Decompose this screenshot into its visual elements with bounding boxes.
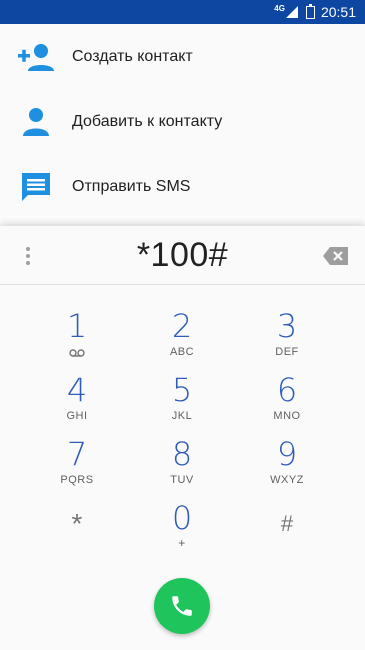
divider	[0, 284, 365, 285]
key-digit: 5	[171, 371, 193, 409]
phone-icon	[172, 596, 192, 616]
overflow-menu-icon[interactable]	[20, 246, 36, 266]
key-digit: 9	[276, 435, 298, 473]
key-digit: #	[280, 511, 294, 536]
key-digit: 1	[66, 307, 88, 345]
key-6[interactable]: 6 MNO	[237, 372, 337, 436]
voicemail-icon	[69, 349, 85, 357]
key-letters: TUV	[170, 474, 194, 486]
key-digit: 2	[171, 307, 193, 345]
contact-icon	[16, 102, 56, 142]
clock: 20:51	[320, 4, 356, 20]
send-sms-item[interactable]: Отправить SMS	[0, 154, 365, 219]
key-digit: *	[71, 508, 83, 539]
key-letters: PQRS	[60, 474, 94, 486]
key-8[interactable]: 8 TUV	[132, 436, 232, 500]
key-7[interactable]: 7 PQRS	[27, 436, 127, 500]
key-4[interactable]: 4 GHI	[27, 372, 127, 436]
key-3[interactable]: 3 DEF	[237, 308, 337, 372]
key-digit: 0	[171, 499, 193, 537]
key-letters: DEF	[275, 346, 299, 358]
key-0[interactable]: 0 +	[132, 500, 232, 564]
add-contact-icon	[16, 37, 56, 77]
key-letters: GHI	[66, 410, 88, 422]
key-digit: 7	[66, 435, 88, 473]
signal-icon	[285, 6, 298, 18]
action-list: Создать контакт Добавить к контакту Отпр…	[0, 24, 365, 219]
key-digit: 3	[276, 307, 298, 345]
add-to-contact-item[interactable]: Добавить к контакту	[0, 89, 365, 154]
battery-icon	[305, 3, 315, 19]
key-letters: WXYZ	[270, 474, 304, 486]
key-5[interactable]: 5 JKL	[132, 372, 232, 436]
digits-field[interactable]: *100#	[60, 236, 305, 275]
key-2[interactable]: 2 ABC	[132, 308, 232, 372]
key-letters: ABC	[169, 346, 195, 358]
digits-row: *100#	[0, 226, 365, 284]
create-contact-label: Создать контакт	[72, 47, 193, 65]
create-contact-item[interactable]: Создать контакт	[0, 24, 365, 89]
network-type: 4G	[274, 3, 285, 13]
dialpad: *100# 1 2 ABC 3 DEF 4 GHI 5 JKL 6 MNO 7	[0, 226, 365, 650]
backspace-icon[interactable]	[323, 246, 349, 266]
call-button[interactable]	[154, 578, 210, 634]
key-letters: JKL	[171, 410, 193, 422]
key-star[interactable]: *	[27, 506, 127, 570]
key-1[interactable]: 1	[27, 308, 127, 372]
key-digit: 4	[66, 371, 88, 409]
key-hash[interactable]: #	[237, 506, 337, 570]
status-bar: 4G 20:51	[0, 0, 365, 24]
key-9[interactable]: 9 WXYZ	[237, 436, 337, 500]
add-to-contact-label: Добавить к контакту	[72, 112, 223, 130]
sms-icon	[16, 167, 56, 207]
key-digit: 6	[276, 371, 298, 409]
key-letters: MNO	[273, 410, 301, 422]
send-sms-label: Отправить SMS	[72, 177, 191, 195]
key-letters: +	[178, 536, 186, 550]
key-digit: 8	[171, 435, 193, 473]
